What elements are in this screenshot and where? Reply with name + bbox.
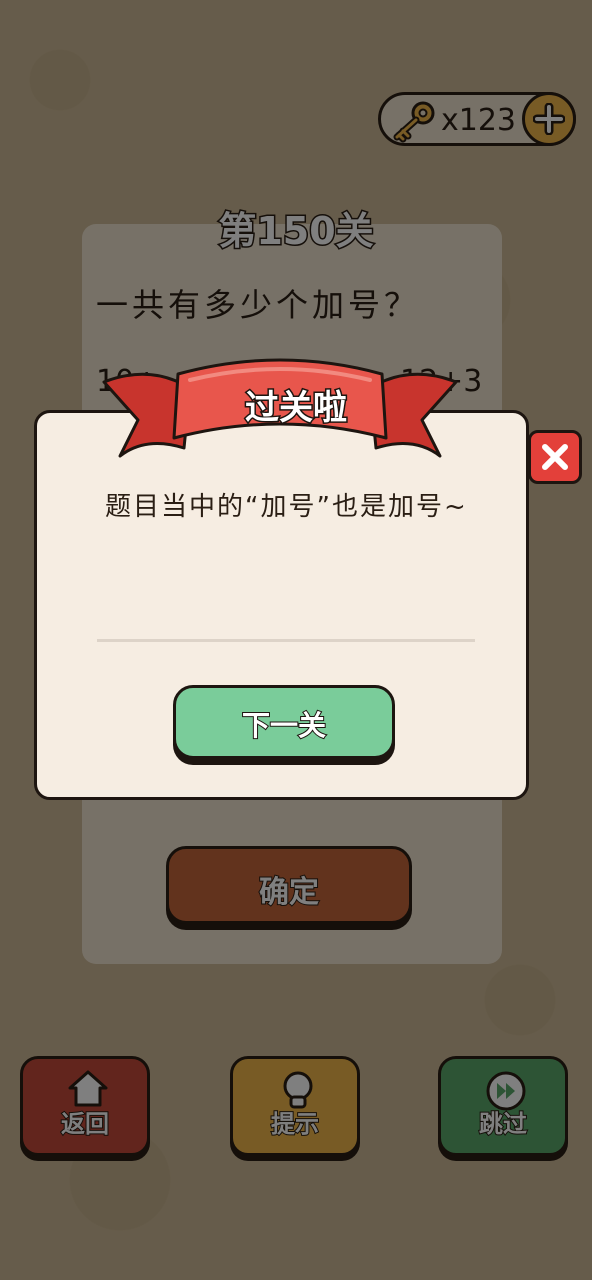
next-level-button[interactable]: 下一关 <box>173 685 395 759</box>
close-icon <box>542 444 568 470</box>
next-level-label: 下一关 <box>241 708 327 743</box>
close-dialog-button[interactable] <box>528 430 582 484</box>
dialog-message: 题目当中的“加号”也是加号~ <box>105 492 468 522</box>
divider <box>97 639 475 642</box>
dialog-title: 过关啦 <box>244 387 349 430</box>
level-complete-dialog: 题目当中的“加号”也是加号~ 下一关 <box>34 410 529 800</box>
